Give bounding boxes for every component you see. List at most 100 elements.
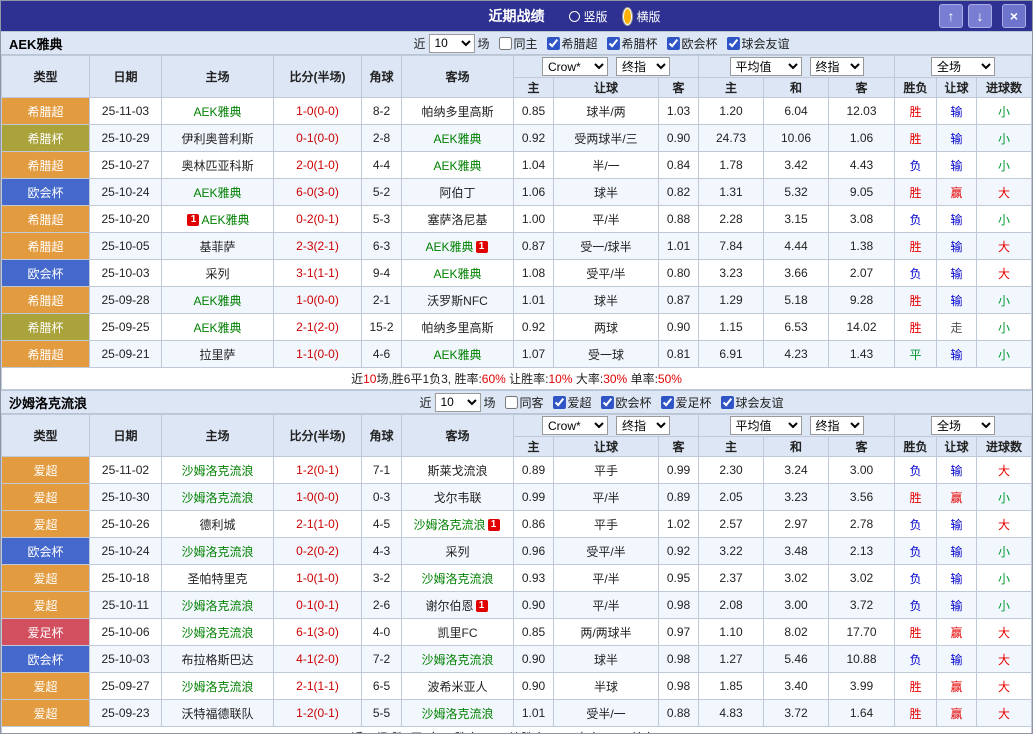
scroll-down-button[interactable]: ↓: [968, 4, 992, 28]
euro-away-odds-cell: 3.56: [828, 483, 895, 511]
final-odds-select[interactable]: 终指: [809, 57, 864, 76]
home-team-name: 沙姆洛克流浪: [181, 463, 254, 478]
bookmaker-select[interactable]: Crow*: [542, 416, 608, 435]
home-team-cell: AEK雅典: [161, 286, 274, 314]
checkbox-input[interactable]: [600, 395, 614, 409]
match-row[interactable]: 爱超 25-10-18 圣帕特里克 1-0(1-0) 3-2 沙姆洛克流浪 0.…: [1, 564, 1032, 592]
checkbox-input[interactable]: [660, 395, 674, 409]
summary-segment: 让胜率:: [505, 372, 549, 386]
scroll-up-button[interactable]: ↑: [939, 4, 963, 28]
same-venue-checkbox[interactable]: 同主: [498, 35, 537, 52]
league-checkbox[interactable]: 球会友谊: [720, 394, 784, 411]
scope-select[interactable]: 全场: [931, 57, 995, 76]
handicap-away-odds-cell: 0.81: [658, 340, 699, 368]
handicap-line-cell: 半球: [553, 672, 659, 700]
match-row[interactable]: 希腊超 25-09-21 拉里萨 1-1(0-0) 4-6 AEK雅典 1.07…: [1, 340, 1032, 368]
euro-away-odds-cell: 3.99: [828, 672, 895, 700]
checkbox-label: 希腊杯: [621, 36, 658, 51]
average-odds-select[interactable]: 平均值: [729, 57, 802, 76]
match-row[interactable]: 爱超 25-10-26 德利城 2-1(1-0) 4-5 沙姆洛克流浪 1 0.8…: [1, 510, 1032, 538]
same-venue-checkbox[interactable]: 同客: [504, 394, 543, 411]
final-odds-select[interactable]: 终指: [616, 416, 670, 435]
match-row[interactable]: 希腊超 25-09-28 AEK雅典 1-0(0-0) 2-1 沃罗斯NFC 1…: [1, 286, 1032, 314]
date-cell: 25-10-30: [89, 483, 162, 511]
checkbox-label: 球会友谊: [735, 395, 784, 410]
average-odds-select[interactable]: 平均值: [729, 416, 802, 435]
checkbox-input[interactable]: [504, 395, 518, 409]
checkbox-input[interactable]: [666, 36, 680, 50]
league-checkbox[interactable]: 球会友谊: [726, 35, 790, 52]
handicap-away-odds-cell: 0.89: [658, 483, 699, 511]
match-row[interactable]: 希腊超 25-10-05 基菲萨 2-3(2-1) 6-3 AEK雅典 1 0.8…: [1, 232, 1032, 260]
match-row[interactable]: 欧会杯 25-10-03 采列 3-1(1-1) 9-4 AEK雅典 1.08 …: [1, 259, 1032, 287]
match-row[interactable]: 爱超 25-11-02 沙姆洛克流浪 1-2(0-1) 7-1 斯莱戈流浪 0.…: [1, 456, 1032, 484]
checkbox-input[interactable]: [498, 36, 512, 50]
match-row[interactable]: 希腊杯 25-09-25 AEK雅典 2-1(2-0) 15-2 帕纳多里高斯 …: [1, 313, 1032, 341]
match-row[interactable]: 希腊杯 25-10-29 伊利奥普利斯 0-1(0-0) 2-8 AEK雅典 0…: [1, 124, 1032, 152]
match-row[interactable]: 欧会杯 25-10-03 布拉格斯巴达 4-1(2-0) 7-2 沙姆洛克流浪 …: [1, 645, 1032, 673]
result-winloss-cell: 胜: [894, 483, 937, 511]
checkbox-input[interactable]: [546, 36, 560, 50]
summary-text: 近10场,胜4平0负6, 胜率:40% 让胜率:40% 大率:60% 单率:90…: [1, 726, 1032, 733]
result-goals-cell: 小: [976, 124, 1032, 152]
match-count-select[interactable]: 10: [428, 33, 475, 53]
team-name: AEK雅典: [9, 36, 63, 52]
score-cell: 1-0(0-0): [273, 97, 362, 125]
match-row[interactable]: 爱超 25-10-11 沙姆洛克流浪 0-1(0-1) 2-6 谢尔伯恩 1 0.…: [1, 591, 1032, 619]
column-header: 比分(半场): [273, 55, 362, 98]
titlebar: 近期战绩 竖版 横版 ↑ ↓ ×: [1, 1, 1032, 31]
home-team-cell: 沃特福德联队: [161, 699, 274, 727]
checkbox-input[interactable]: [552, 395, 566, 409]
league-checkbox[interactable]: 希腊杯: [606, 35, 658, 52]
result-handicap-cell: 输: [936, 591, 977, 619]
league-checkbox[interactable]: 爱足杯: [660, 394, 712, 411]
column-subheader: 让球: [936, 436, 977, 457]
league-cell: 爱超: [1, 456, 90, 484]
final-odds-select[interactable]: 终指: [809, 416, 864, 435]
league-checkbox[interactable]: 欧会杯: [666, 35, 718, 52]
away-team-name: 波希米亚人: [427, 679, 488, 694]
match-row[interactable]: 爱超 25-09-27 沙姆洛克流浪 2-1(1-1) 6-5 波希米亚人 0.…: [1, 672, 1032, 700]
euro-draw-odds-cell: 3.48: [763, 537, 829, 565]
league-checkbox[interactable]: 欧会杯: [600, 394, 652, 411]
result-goals-cell: 小: [976, 564, 1032, 592]
result-goals-cell: 大: [976, 645, 1032, 673]
summary-segment: 单率:: [627, 372, 658, 386]
match-row[interactable]: 欧会杯 25-10-24 AEK雅典 6-0(3-0) 5-2 阿伯丁 1.06…: [1, 178, 1032, 206]
result-winloss-cell: 胜: [894, 97, 937, 125]
league-checkbox[interactable]: 爱超: [552, 394, 592, 411]
euro-home-odds-cell: 1.27: [698, 645, 764, 673]
result-goals-cell: 小: [976, 151, 1032, 179]
checkbox-input[interactable]: [606, 36, 620, 50]
league-checkbox[interactable]: 希腊超: [546, 35, 598, 52]
corner-cell: 4-0: [361, 618, 402, 646]
score-cell: 0-1(0-0): [273, 124, 362, 152]
match-row[interactable]: 爱超 25-09-23 沃特福德联队 1-2(0-1) 5-5 沙姆洛克流浪 1…: [1, 699, 1032, 727]
bookmaker-select[interactable]: Crow*: [542, 57, 608, 76]
scope-select[interactable]: 全场: [931, 416, 995, 435]
close-button[interactable]: ×: [1002, 4, 1026, 28]
match-row[interactable]: 希腊超 25-11-03 AEK雅典 1-0(0-0) 8-2 帕纳多里高斯 0…: [1, 97, 1032, 125]
checkbox-input[interactable]: [720, 395, 734, 409]
checkbox-input[interactable]: [726, 36, 740, 50]
handicap-away-odds-cell: 1.03: [658, 97, 699, 125]
match-row[interactable]: 希腊超 25-10-27 奥林匹亚科斯 2-0(1-0) 4-4 AEK雅典 1…: [1, 151, 1032, 179]
result-winloss-cell: 负: [894, 151, 937, 179]
match-row[interactable]: 希腊超 25-10-20 1 AEK雅典 0-2(0-1) 5-3 塞萨洛尼基 1…: [1, 205, 1032, 233]
handicap-away-odds-cell: 1.02: [658, 510, 699, 538]
horizontal-layout-radio[interactable]: 横版: [621, 6, 661, 26]
handicap-home-odds-cell: 0.90: [513, 591, 554, 619]
match-count-select[interactable]: 10: [434, 392, 481, 412]
match-row[interactable]: 爱足杯 25-10-06 沙姆洛克流浪 6-1(3-0) 4-0 凯里FC 0.…: [1, 618, 1032, 646]
corner-cell: 8-2: [361, 97, 402, 125]
handicap-line-cell: 两球: [553, 313, 659, 341]
final-odds-select[interactable]: 终指: [616, 57, 670, 76]
vertical-layout-radio[interactable]: 竖版: [568, 8, 608, 25]
match-row[interactable]: 爱超 25-10-30 沙姆洛克流浪 1-0(0-0) 0-3 戈尔韦联 0.9…: [1, 483, 1032, 511]
handicap-home-odds-cell: 0.87: [513, 232, 554, 260]
handicap-home-odds-cell: 0.99: [513, 483, 554, 511]
match-row[interactable]: 欧会杯 25-10-24 沙姆洛克流浪 0-2(0-2) 4-3 采列 0.96…: [1, 537, 1032, 565]
euro-away-odds-cell: 3.00: [828, 456, 895, 484]
summary-segment: 10: [363, 372, 377, 386]
away-team-name: 阿伯丁: [439, 185, 476, 200]
